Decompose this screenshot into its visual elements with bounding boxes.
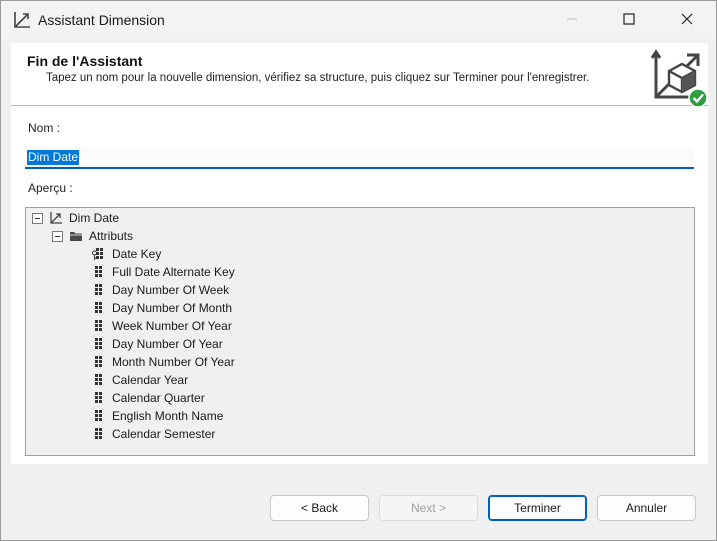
finish-button[interactable]: Terminer <box>488 495 587 521</box>
collapse-icon[interactable] <box>32 212 43 224</box>
attribute-label: Week Number Of Year <box>112 319 232 333</box>
key-attribute-icon <box>92 247 106 261</box>
dimension-name-value: Dim Date <box>27 150 80 165</box>
tree-attribute-item[interactable]: Calendar Year <box>92 371 188 389</box>
tree-attribute-item[interactable]: Week Number Of Year <box>92 317 232 335</box>
attribute-label: Day Number Of Week <box>112 283 230 297</box>
attribute-icon <box>92 265 106 279</box>
attribute-label: Full Date Alternate Key <box>112 265 235 279</box>
attribute-label: Date Key <box>112 247 162 261</box>
dimension-cube-check-icon <box>647 47 709 109</box>
attribute-icon <box>92 283 106 297</box>
name-label: Nom : <box>28 121 61 135</box>
tree-attribute-item[interactable]: Day Number Of Week <box>92 281 229 299</box>
attribute-icon <box>92 301 106 315</box>
tree-attribute-item[interactable]: Full Date Alternate Key <box>92 263 235 281</box>
preview-tree[interactable]: Dim Date Attributs Date Key Full Date Al… <box>25 207 695 456</box>
attribute-icon <box>92 337 106 351</box>
minimize-button[interactable] <box>549 1 595 39</box>
dimension-name-input[interactable]: Dim Date <box>25 147 694 169</box>
tree-attribute-item[interactable]: Calendar Quarter <box>92 389 205 407</box>
tree-attribute-item[interactable]: Calendar Semester <box>92 425 215 443</box>
back-button[interactable]: < Back <box>270 495 369 521</box>
collapse-icon[interactable] <box>52 230 63 242</box>
cancel-button[interactable]: Annuler <box>597 495 696 521</box>
minimize-icon <box>566 13 578 28</box>
attribute-icon <box>92 391 106 405</box>
tree-attribute-item[interactable]: Month Number Of Year <box>92 353 235 371</box>
attribute-icon <box>92 427 106 441</box>
tree-attribute-item[interactable]: Day Number Of Month <box>92 299 232 317</box>
tree-attributes-folder[interactable]: Attributs <box>52 227 133 245</box>
attribute-label: Month Number Of Year <box>112 355 235 369</box>
attribute-label: Calendar Year <box>112 373 189 387</box>
close-button[interactable] <box>664 1 710 39</box>
attribute-icon <box>92 319 106 333</box>
maximize-icon <box>623 12 635 28</box>
preview-label: Aperçu : <box>28 181 73 195</box>
attribute-icon <box>92 409 106 423</box>
attribute-label: Calendar Semester <box>112 427 216 441</box>
close-icon <box>681 13 693 28</box>
maximize-button[interactable] <box>606 1 652 39</box>
tree-attribute-item[interactable]: Date Key <box>92 245 161 263</box>
attribute-label: English Month Name <box>112 409 224 423</box>
window-title: Assistant Dimension <box>38 12 165 28</box>
attribute-label: Day Number Of Month <box>112 301 233 315</box>
page-title: Fin de l'Assistant <box>27 53 143 69</box>
wizard-header: Fin de l'Assistant Tapez un nom pour la … <box>11 43 709 109</box>
folder-icon <box>69 229 83 243</box>
wizard-content: Fin de l'Assistant Tapez un nom pour la … <box>11 43 708 464</box>
tree-root-node[interactable]: Dim Date <box>32 209 119 227</box>
title-bar[interactable]: Assistant Dimension <box>1 1 716 39</box>
attribute-icon <box>92 355 106 369</box>
tree-attribute-item[interactable]: Day Number Of Year <box>92 335 223 353</box>
attribute-icon <box>92 373 106 387</box>
next-button[interactable]: Next > <box>379 495 478 521</box>
page-description: Tapez un nom pour la nouvelle dimension,… <box>46 72 590 84</box>
attribute-label: Day Number Of Year <box>112 337 223 351</box>
tree-root-label: Dim Date <box>69 211 120 225</box>
dimension-wizard-window: Assistant Dimension Fin de l'Assistant T… <box>0 0 717 541</box>
dimension-icon <box>49 211 63 225</box>
dimension-icon <box>12 11 32 29</box>
attribute-label: Calendar Quarter <box>112 391 205 405</box>
tree-folder-label: Attributs <box>89 229 134 243</box>
tree-attribute-item[interactable]: English Month Name <box>92 407 223 425</box>
